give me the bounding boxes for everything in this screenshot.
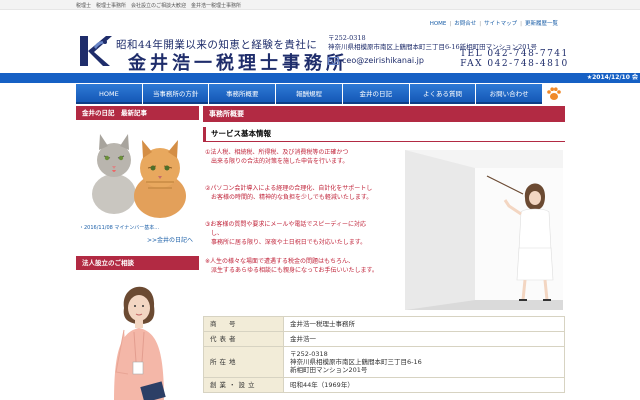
- utility-contact-link[interactable]: お問合せ: [454, 21, 476, 27]
- utility-nav: HOME | お問合せ | サイトマップ | 更新履歴一覧: [429, 21, 558, 27]
- nav-faq[interactable]: よくある質問: [409, 84, 476, 104]
- consultant-photo: [76, 272, 199, 400]
- keyword-text: 税理士 税理士事務所 会社設立のご相談大歓迎 金井浩一税理士事務所: [76, 3, 242, 9]
- nav-diary[interactable]: 金井の日記: [342, 84, 409, 104]
- table-row: 代表者 金井浩一: [203, 331, 565, 347]
- row-value-founded: 昭和44年（1969年）: [283, 377, 565, 393]
- location-zip: 〒252-0318: [290, 350, 328, 358]
- header-email-address[interactable]: ceo@zeirishikanai.jp: [342, 56, 424, 65]
- header-tel: TEL 042-748-7741: [460, 49, 569, 59]
- row-label-representative: 代表者: [203, 331, 284, 347]
- row-label-founded: 創業・設立: [203, 377, 284, 393]
- paw-icon: [543, 84, 566, 104]
- utility-history-link[interactable]: 更新履歴一覧: [525, 21, 558, 27]
- table-row: 所在地 〒252-0318 神奈川県相模原市南区上鶴間本町三丁目6-16 新相町…: [203, 346, 565, 378]
- recent-entry-link[interactable]: ・2016/11/08 マイナンバー基本...: [76, 224, 199, 231]
- firm-name: 金井浩一税理士事務所: [128, 53, 348, 74]
- table-row: 商 号 金井浩一税理士事務所: [203, 316, 565, 332]
- firm-logo[interactable]: [76, 32, 116, 70]
- main-content: 事務所概要 サービス基本情報 ①法人税、相続税、所得税、及び消費税等の正確かつ …: [203, 106, 565, 393]
- service-description: ①法人税、相続税、所得税、及び消費税等の正確かつ 出来る限りの合法的対策を施した…: [205, 148, 405, 284]
- row-label-trade-name: 商 号: [203, 316, 284, 332]
- keyword-strip: 税理士 税理士事務所 会社設立のご相談大歓迎 金井浩一税理士事務所: [0, 0, 640, 10]
- nav-fees[interactable]: 報酬規程: [276, 84, 342, 104]
- header-phone-block: TEL 042-748-7741 FAX 042-748-4810: [460, 49, 569, 69]
- utility-sitemap-link[interactable]: サイトマップ: [484, 21, 517, 27]
- office-info-table: 商 号 金井浩一税理士事務所 代表者 金井浩一 所在地 〒252-0318 神奈…: [203, 316, 565, 393]
- header-address: 〒252-0318 神奈川県相模原市南区上鶴間本町三丁目6-16新相町田マンショ…: [328, 32, 537, 51]
- nav-policy[interactable]: 当事務所の方針: [142, 84, 209, 104]
- diary-heading: 金井の日記 最新記事: [76, 106, 199, 120]
- subsection-title: サービス基本情報: [203, 127, 565, 142]
- row-value-location: 〒252-0318 神奈川県相模原市南区上鶴間本町三丁目6-16 新相町田マンシ…: [283, 346, 565, 378]
- envelope-icon: [328, 56, 339, 65]
- location-street: 神奈川県相模原市南区上鶴間本町三丁目6-16: [290, 358, 422, 366]
- service-point-3: ③お客様の質問や要求にメールや電話でスピーディーに対応 し、 事務所に居る限り、…: [205, 221, 367, 246]
- news-ticker[interactable]: ★2014/12/10 会: [0, 73, 640, 83]
- header-email[interactable]: ceo@zeirishikanai.jp: [328, 56, 424, 65]
- service-note: ※人生の様々な場面で遭遇する税金の問題はもちろん、 派生するあらゆる相談にも親身…: [205, 258, 378, 274]
- global-nav: HOME 当事務所の方針 事務所概要 報酬規程 金井の日記 よくある質問 お問い…: [76, 84, 566, 104]
- service-point-2: ②パソコン会計導入による経理の合理化、自計化をサポートし お客様の時間的、精神的…: [205, 185, 373, 201]
- row-label-location: 所在地: [203, 346, 284, 378]
- header-fax: FAX 042-748-4810: [460, 59, 569, 69]
- utility-home-link[interactable]: HOME: [430, 21, 447, 27]
- nav-office-overview[interactable]: 事務所概要: [209, 84, 276, 104]
- row-value-trade-name: 金井浩一税理士事務所: [283, 316, 565, 332]
- nav-home[interactable]: HOME: [76, 84, 142, 104]
- nav-contact[interactable]: お問い合わせ: [476, 84, 543, 104]
- section-title: 事務所概要: [203, 106, 565, 122]
- location-building: 新相町田マンション201号: [290, 366, 368, 374]
- diary-more-link[interactable]: >>金井の日記へ: [76, 235, 199, 244]
- row-value-representative: 金井浩一: [283, 331, 565, 347]
- sidebar: 金井の日記 最新記事 ・2016/11/08 マイナンバー基本... >>金井の…: [76, 106, 199, 400]
- presenter-photo: [405, 150, 563, 310]
- table-row: 創業・設立 昭和44年（1969年）: [203, 377, 565, 393]
- cats-photo: [76, 122, 199, 222]
- service-point-1: ①法人税、相続税、所得税、及び消費税等の正確かつ 出来る限りの合法的対策を施した…: [205, 149, 349, 165]
- setup-heading[interactable]: 法人設立のご相談: [76, 256, 199, 270]
